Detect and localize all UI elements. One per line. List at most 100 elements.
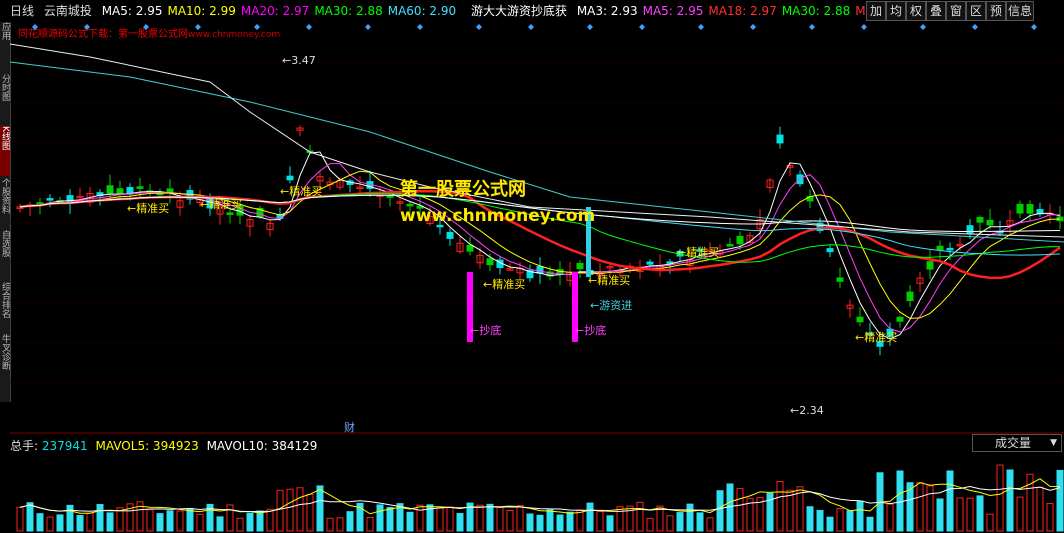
- candle-body: [466, 244, 474, 252]
- side-tab[interactable]: 牛叉诊断: [0, 334, 10, 384]
- signal-diamond: [698, 24, 704, 30]
- annotation-text: 精准买: [289, 185, 323, 198]
- side-tab[interactable]: K线图: [0, 126, 10, 176]
- buy-signal-label: ←精准买: [588, 272, 630, 288]
- candle-body: [1016, 203, 1024, 214]
- chevron-down-icon: ▼: [1050, 438, 1057, 448]
- annotation-text: 抄底: [584, 324, 607, 337]
- volume-bar: [886, 503, 894, 532]
- candle-body: [486, 258, 494, 266]
- arrow-icon: ←: [590, 299, 600, 312]
- volume-bar: [116, 507, 124, 532]
- volume-bar: [826, 516, 834, 532]
- finance-marker[interactable]: 财: [344, 419, 355, 435]
- volume-bar: [596, 511, 604, 532]
- volume-bar: [156, 513, 164, 532]
- volume-bar: [326, 517, 334, 532]
- bottom-signal-label: ←抄底: [470, 322, 501, 338]
- indicator-select[interactable]: 成交量 ▼: [972, 434, 1062, 452]
- annotation-text: 精准买: [209, 198, 243, 211]
- volume-bar: [1016, 496, 1024, 532]
- signal-diamond: [143, 24, 149, 30]
- candle-body: [946, 247, 954, 251]
- volume-bar: [86, 512, 94, 532]
- mavol5-value: MAVOL5: 394923: [95, 439, 199, 453]
- volume-bar: [416, 504, 424, 532]
- volume-bar: [706, 517, 714, 532]
- volume-bar: [936, 498, 944, 532]
- kline-chart[interactable]: [10, 22, 1064, 434]
- volume-bar: [436, 507, 444, 532]
- toolbar-button[interactable]: 信息: [1006, 1, 1034, 21]
- side-tab[interactable]: 个股资料: [0, 178, 10, 228]
- candle-body: [726, 244, 734, 247]
- volume-bar: [496, 506, 504, 532]
- legend-item: MA5: 2.95: [642, 4, 704, 18]
- annotation-text: 游资进: [599, 299, 633, 312]
- signal-diamond: [587, 24, 593, 30]
- volume-bar: [916, 482, 924, 532]
- annotation-text: 精准买: [597, 274, 631, 287]
- volume-bar: [926, 485, 934, 532]
- legend-item: MA30: 2.88: [314, 4, 383, 18]
- candle-body: [776, 134, 784, 144]
- candle-body: [736, 235, 744, 245]
- volume-bar: [586, 502, 594, 532]
- volume-bar: [186, 507, 194, 532]
- low-price-label: ←2.34: [790, 404, 824, 417]
- annotation-text: 精准买: [492, 278, 526, 291]
- volume-bar: [506, 509, 514, 532]
- volume-bar: [76, 514, 84, 532]
- legend-item: MA20: 2.97: [240, 4, 310, 18]
- bottom-signal-label: ←抄底: [575, 322, 606, 338]
- toolbar-button[interactable]: 加: [866, 1, 886, 21]
- volume-bar: [246, 512, 254, 532]
- annotation-text: 精准买: [686, 246, 720, 259]
- moving-average-line: [19, 151, 1061, 340]
- toolbar-button[interactable]: 权: [906, 1, 926, 21]
- arrow-icon: ←: [483, 278, 493, 291]
- buy-signal-label: ←精准买: [855, 329, 897, 345]
- candle-body: [646, 261, 654, 265]
- volume-bar: [276, 489, 284, 532]
- volume-bar: [856, 500, 864, 532]
- volume-bar: [736, 488, 744, 532]
- volume-bar: [36, 513, 44, 532]
- toolbar-button[interactable]: 预: [986, 1, 1006, 21]
- volume-bar: [866, 516, 874, 532]
- volume-chart[interactable]: [10, 453, 1064, 533]
- volume-bar: [196, 513, 204, 532]
- toolbar-button[interactable]: 叠: [926, 1, 946, 21]
- volume-bar: [646, 517, 654, 532]
- total-volume-label: 总手:: [10, 439, 39, 453]
- signal-diamond: [861, 24, 867, 30]
- side-tab[interactable]: 自选股: [0, 230, 10, 280]
- candle-body: [536, 266, 544, 274]
- candle-body: [386, 195, 394, 198]
- buy-signal-label: ←精准买: [677, 244, 719, 260]
- period-label[interactable]: 日线: [10, 4, 34, 18]
- volume-bar: [226, 504, 234, 532]
- volume-bar: [806, 506, 814, 532]
- side-tab[interactable]: 应用: [0, 22, 10, 72]
- side-tab[interactable]: 分时图: [0, 74, 10, 124]
- toolbar-button[interactable]: 均: [886, 1, 906, 21]
- volume-bar: [26, 502, 34, 532]
- signal-diamond: [972, 24, 978, 30]
- volume-bar: [526, 513, 534, 532]
- volume-bar: [1006, 469, 1014, 532]
- toolbar-button[interactable]: 窗: [946, 1, 966, 21]
- toolbar-button[interactable]: 区: [966, 1, 986, 21]
- watermark-title: 第一股票公式网: [400, 179, 526, 200]
- volume-bar: [266, 508, 274, 532]
- candle-body: [286, 175, 294, 181]
- side-tab[interactable]: 综合排名: [0, 282, 10, 332]
- candle-body: [226, 212, 234, 215]
- high-price-label: ←3.47: [282, 54, 316, 67]
- volume-ma-line: [19, 486, 1061, 513]
- signal-diamond: [476, 24, 482, 30]
- volume-bar: [46, 516, 54, 532]
- candle-body: [856, 316, 864, 323]
- volume-bar: [366, 516, 374, 532]
- volume-bar: [386, 507, 394, 532]
